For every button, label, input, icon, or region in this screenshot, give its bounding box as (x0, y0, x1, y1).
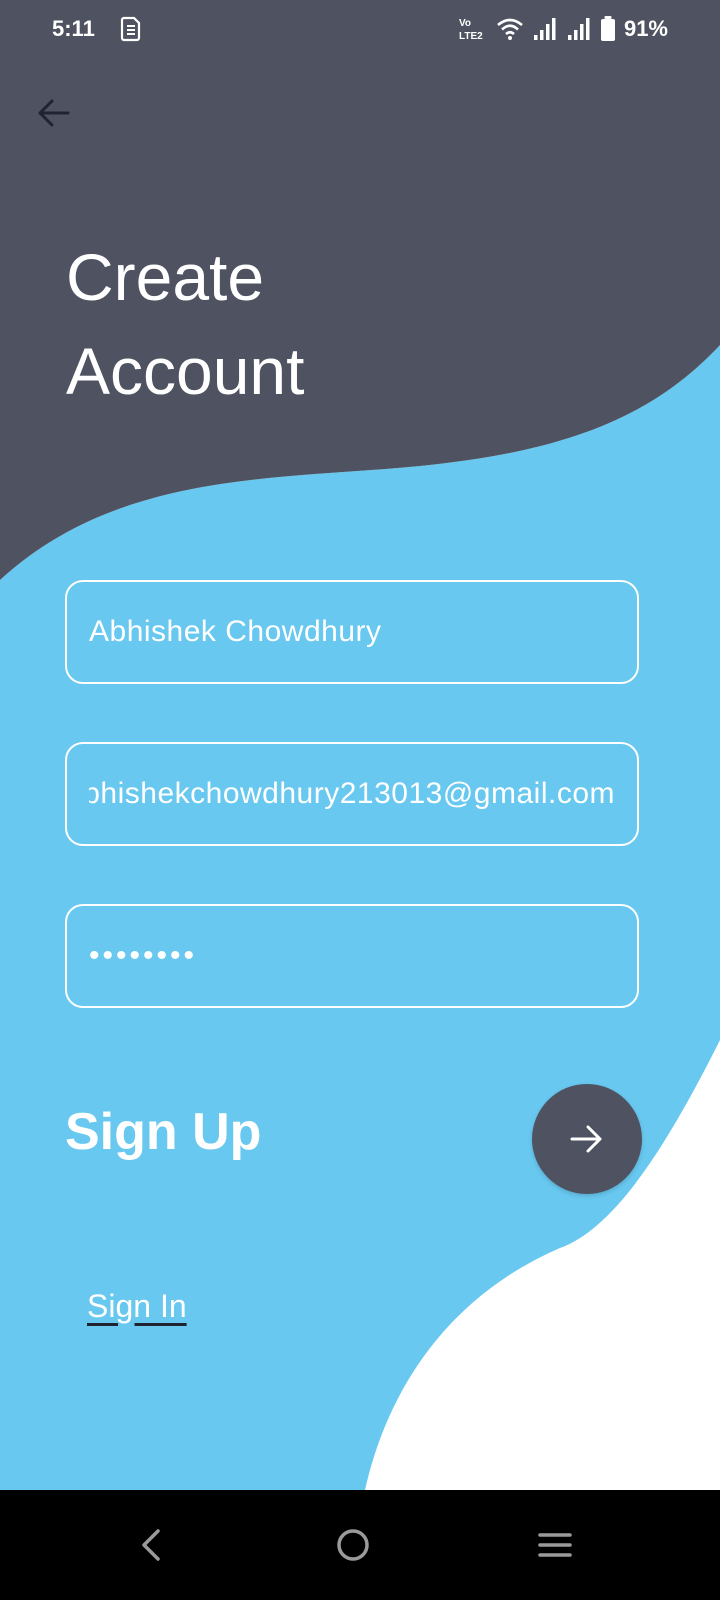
signal-icon-1 (533, 18, 556, 40)
signal-icon-2 (567, 18, 590, 40)
signin-link[interactable]: Sign In (87, 1288, 187, 1325)
sim-card-icon (120, 16, 141, 42)
page-title-line-1: Create (66, 240, 265, 314)
page-title: Create Account (66, 230, 566, 418)
back-button[interactable] (28, 88, 78, 138)
page-title-line-2: Account (66, 334, 305, 408)
svg-text:LTE2: LTE2 (459, 31, 483, 42)
svg-text:Vo: Vo (459, 18, 471, 29)
chevron-left-icon (142, 1529, 160, 1561)
nav-recents-button[interactable] (520, 1510, 590, 1580)
email-field-container (65, 742, 639, 846)
battery-percent: 91% (623, 16, 668, 41)
create-account-screen: 5:11 Vo LTE2 91% Create Account Abhishek… (0, 0, 720, 1600)
hamburger-menu-icon (538, 1533, 572, 1557)
volte-icon: Vo LTE2 (459, 18, 483, 42)
email-input[interactable] (67, 744, 637, 844)
status-time: 5:11 (52, 16, 95, 41)
status-icons: Vo LTE2 91% (458, 14, 668, 44)
password-input[interactable] (67, 906, 637, 1006)
arrow-right-icon (570, 1125, 602, 1153)
nav-back-button[interactable] (116, 1510, 186, 1580)
status-bar: 5:11 Vo LTE2 91% (0, 0, 720, 62)
wifi-icon (497, 18, 523, 40)
battery-icon (600, 16, 615, 41)
circle-home-icon (337, 1529, 369, 1561)
signup-submit-button[interactable] (532, 1084, 642, 1194)
name-field-container (65, 580, 639, 684)
password-field-container (65, 904, 639, 1008)
nav-home-button[interactable] (318, 1510, 388, 1580)
arrow-left-icon (38, 99, 70, 127)
signup-label: Sign Up (65, 1103, 262, 1161)
name-input[interactable] (67, 582, 637, 682)
system-nav-bar (0, 1490, 720, 1600)
